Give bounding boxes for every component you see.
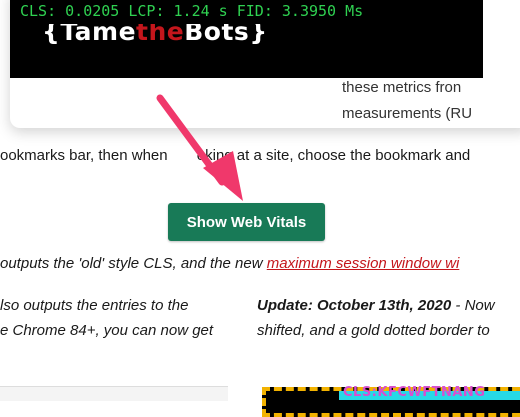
cls-paragraph: outputs the 'old' style CLS, and the new… [0, 255, 459, 272]
dialog-edge [0, 386, 228, 401]
card-caption: these metrics fron measurements (RU [342, 75, 472, 127]
card-caption-line-2: measurements (RU [342, 105, 473, 122]
cls-text: outputs the 'old' style CLS, and the new [0, 255, 263, 272]
show-web-vitals-button[interactable]: Show Web Vitals [168, 203, 325, 241]
update-line-2: shifted, and a gold dotted border to [257, 322, 490, 339]
update-date-heading: Update: October 13th, 2020 [257, 297, 452, 314]
instructions-text: ookmarks bar, then when oking at a site,… [0, 147, 471, 164]
thumbnail-label: CLS:KFCWFTNANG [343, 385, 486, 400]
maximum-session-window-link[interactable]: maximum session window wi [267, 255, 460, 272]
update-line-1: Update: October 13th, 2020 - Now [257, 297, 495, 314]
left-column-line-2: e Chrome 84+, you can now get [0, 322, 214, 339]
card-caption-line-1: these metrics fron [342, 79, 462, 96]
update-line-rest: - Now [451, 297, 495, 314]
web-vitals-metrics-overlay: CLS: 0.0205 LCP: 1.24 s FID: 3.3950 Ms [14, 0, 434, 24]
left-column-line-1: lso outputs the entries to the [0, 297, 189, 314]
